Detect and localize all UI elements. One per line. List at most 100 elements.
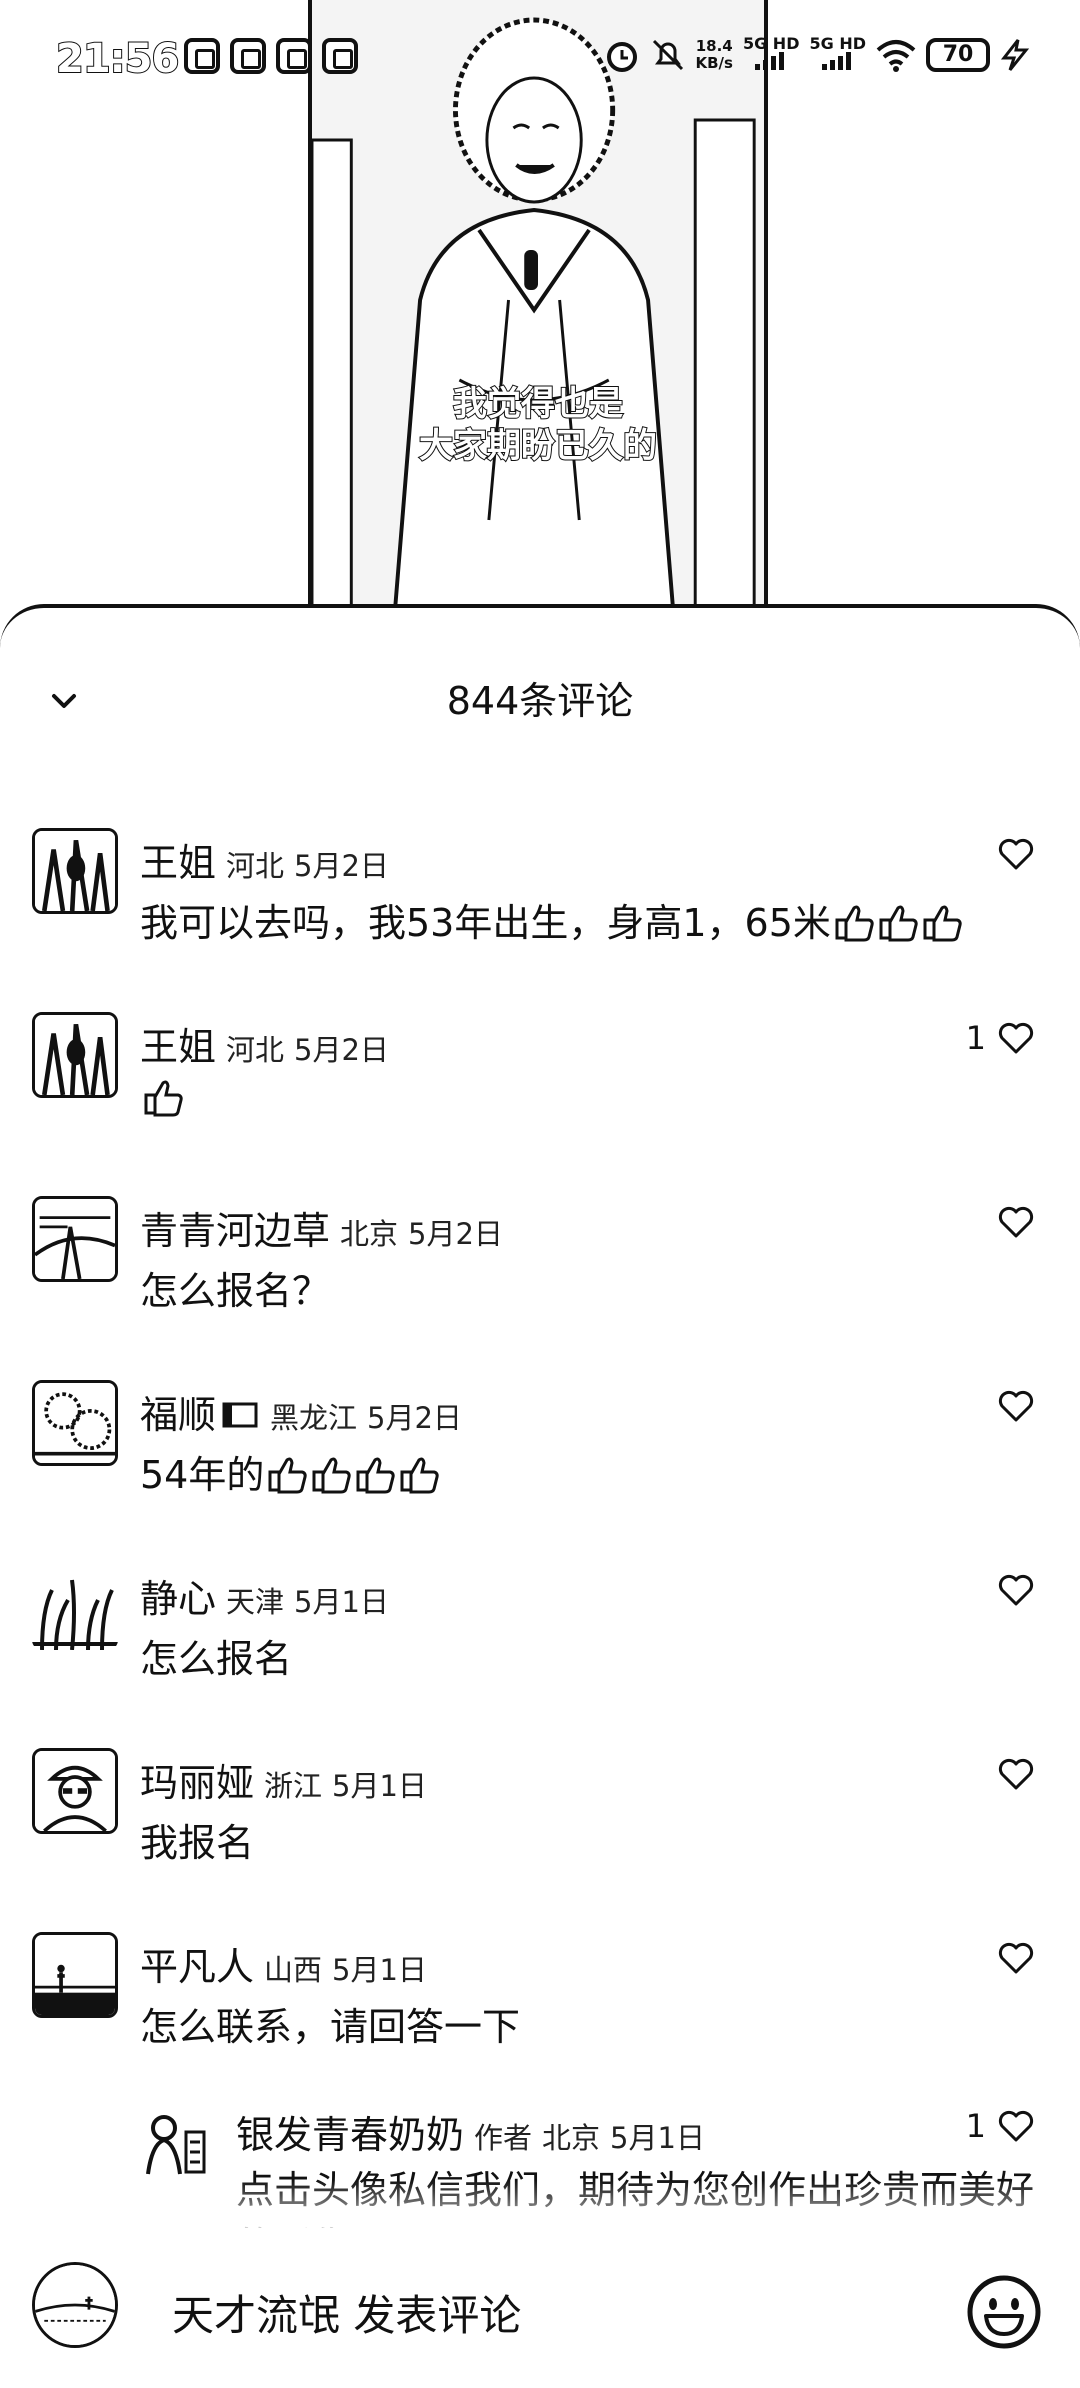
heart-outline-icon [998,1022,1034,1054]
status-time: 21:56 [55,35,180,83]
comment-input-bar: 天才流氓 发表评论 [0,2228,1080,2388]
thumbs-up-emoji [312,1457,352,1494]
heart-outline-icon [998,1574,1034,1606]
like-button[interactable] [986,1386,1036,1426]
comment-author[interactable]: 银发青春奶奶 [236,2104,464,2159]
smiley-icon[interactable] [964,2272,1044,2352]
comment-item: 平凡人 山西 5月1日 怎么联系，请回答一下 [0,1932,1080,2102]
my-avatar[interactable] [32,2262,118,2348]
signal-indicator-1: 5G HD [743,36,799,73]
comment-item: 福顺 黑龙江 5月2日 54年的 [0,1380,1080,1564]
comments-sheet: 844条评论 王姐 河北 5月2日 我可以去吗，我53年出生，身高1，65米 王… [0,604,1080,2388]
comment-item: 王姐 河北 5月2日 1 [0,1012,1080,1196]
avatar[interactable] [140,2108,210,2178]
like-button[interactable] [986,1202,1036,1242]
comment-date: 5月1日 [332,1769,427,1803]
comment-text[interactable] [140,1076,184,1120]
comment-item: 静心 天津 5月1日 怎么报名 [0,1564,1080,1748]
avatar[interactable] [32,1932,118,2018]
sheet-header: 844条评论 [0,608,1080,723]
signal-indicator-2: 5G HD [809,36,866,73]
comment-author[interactable]: 静心 [140,1568,216,1623]
heart-outline-icon [998,838,1034,870]
like-count: 1 [965,1019,986,1057]
app-notification-icon [322,38,358,74]
comment-location: 北京 [542,2121,601,2155]
app-notification-icon [276,38,312,74]
flag-icon [222,1402,258,1428]
avatar[interactable] [32,1380,118,1466]
thumbs-up-emoji [879,905,918,942]
notification-icons [184,38,358,74]
comment-location: 北京 [340,1217,399,1251]
like-button[interactable] [986,834,1036,874]
comment-location: 山西 [264,1953,323,1987]
status-right-icons: 18.4 KB/s 5G HD 5G HD 70 [604,36,1031,73]
alarm-icon [606,41,637,72]
comment-date: 5月1日 [332,1953,427,1987]
comment-author[interactable]: 王姐 [140,832,216,887]
thumbs-up-emoji [144,1080,183,1117]
comment-item: 王姐 河北 5月2日 我可以去吗，我53年出生，身高1，65米 [0,828,1080,1012]
avatar[interactable] [32,1196,118,1282]
comment-date: 5月2日 [294,1033,389,1067]
comment-author[interactable]: 玛丽娅 [140,1752,254,1807]
video-subtitle-line2: 大家期盼已久的 [418,425,658,467]
comment-author[interactable]: 王姐 [140,1016,216,1071]
status-bar: 21:56 18.4 KB/s 5G HD 5G HD 70 [0,0,1080,120]
comment-author[interactable]: 青青河边草 [140,1200,330,1255]
cell-signal-icon [821,52,851,70]
comment-author[interactable]: 平凡人 [140,1936,254,1991]
comment-date: 5月1日 [294,1585,389,1619]
battery-indicator: 70 [926,37,990,72]
comment-text[interactable]: 怎么报名 [140,1628,292,1683]
thumbs-up-emoji [923,905,962,942]
comment-date: 5月1日 [610,2121,705,2155]
comment-list: 王姐 河北 5月2日 我可以去吗，我53年出生，身高1，65米 王姐 河北 5月… [0,828,1080,2272]
comment-location: 天津 [226,1585,285,1619]
thumbs-up-emoji [835,905,874,942]
like-button[interactable] [986,1570,1036,1610]
comment-text[interactable]: 怎么报名？ [140,1260,330,1315]
comment-item: 玛丽娅 浙江 5月1日 我报名 [0,1748,1080,1932]
comment-text[interactable]: 我报名 [140,1812,254,1867]
heart-outline-icon [998,2110,1034,2142]
comment-date: 5月2日 [367,1401,462,1435]
comment-author[interactable]: 福顺 [140,1384,260,1439]
like-button[interactable]: 1 [966,2106,1036,2146]
avatar[interactable] [32,828,118,914]
comment-text[interactable]: 54年的 [140,1444,440,1499]
comment-date: 5月2日 [408,1217,503,1251]
comment-text[interactable]: 怎么联系，请回答一下 [140,1996,520,2051]
comment-location: 浙江 [264,1769,323,1803]
wifi-icon [876,39,916,72]
video-area[interactable]: 我觉得也是 大家期盼已久的 21:56 18.4 KB/s 5G HD 5G H… [0,0,1080,640]
heart-outline-icon [998,1942,1034,1974]
cell-signal-icon [755,52,785,70]
comments-count-title: 844条评论 [446,679,634,723]
comment-text[interactable]: 我可以去吗，我53年出生，身高1，65米 [140,892,963,947]
net-speed: 18.4 KB/s [695,36,733,72]
app-notification-icon [230,38,266,74]
comment-location: 河北 [226,849,285,883]
avatar[interactable] [32,1748,118,1834]
heart-outline-icon [998,1206,1034,1238]
heart-outline-icon [998,1758,1034,1790]
comment-item: 青青河边草 北京 5月2日 怎么报名？ [0,1196,1080,1380]
mute-bell-icon [652,39,683,70]
comment-input[interactable]: 天才流氓 发表评论 [172,2282,521,2343]
app-notification-icon [184,38,220,74]
avatar[interactable] [32,1564,118,1650]
like-button[interactable] [986,1754,1036,1794]
author-tag: 作者 [474,2121,533,2155]
like-button[interactable] [986,1938,1036,1978]
video-subtitle-line1: 我觉得也是 [452,383,624,425]
charging-icon [1000,38,1030,71]
thumbs-up-emoji [356,1457,396,1494]
comment-date: 5月2日 [294,849,389,883]
comment-location: 黑龙江 [270,1401,358,1435]
comment-location: 河北 [226,1033,285,1067]
avatar[interactable] [32,1012,118,1098]
like-button[interactable]: 1 [966,1018,1036,1058]
thumbs-up-emoji [400,1457,440,1494]
